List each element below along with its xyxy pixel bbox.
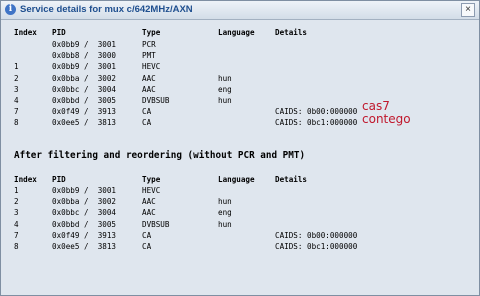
cell-index: 3 xyxy=(14,208,19,218)
col-details-header: Details xyxy=(275,28,308,37)
cell-pid: 0x0bba / 3002 xyxy=(52,197,117,207)
cell-index: 3 xyxy=(14,84,19,94)
cell-pid: 0x0ee5 / 3813 xyxy=(52,242,117,251)
cell-language: hun xyxy=(218,73,232,83)
table-row: 1 0x0bb9 / 3001 HEVC xyxy=(1,62,479,73)
cell-details: CAIDS: 0b00:000000 xyxy=(275,107,358,117)
filtered-section-title: After filtering and reordering (without … xyxy=(14,150,306,161)
cell-index: 1 xyxy=(14,62,19,72)
cell-index: 4 xyxy=(14,219,19,229)
col-language-header: Language xyxy=(218,175,255,184)
cell-pid: 0x0bb9 / 3001 xyxy=(52,186,117,195)
cell-pid: 0x0bbc / 3004 xyxy=(52,208,117,218)
cell-type: DVBSUB xyxy=(142,219,170,229)
cell-type: HEVC xyxy=(142,186,161,195)
cell-language: hun xyxy=(218,96,232,105)
cell-type: CA xyxy=(142,107,152,117)
cell-type: CA xyxy=(142,242,152,251)
close-button[interactable]: × xyxy=(461,3,475,17)
cell-index: 7 xyxy=(14,107,19,117)
cell-type: AAC xyxy=(142,73,156,83)
table-row: 4 0x0bbd / 3005 DVBSUB hun xyxy=(1,96,479,107)
cell-type: PMT xyxy=(142,51,156,61)
cell-pid: 0x0f49 / 3913 xyxy=(52,107,117,117)
cell-type: CA xyxy=(142,118,152,128)
cell-type: AAC xyxy=(142,208,156,218)
cell-type: AAC xyxy=(142,84,156,94)
service-details-content: Index PID Type Language Details 0x0bb9 /… xyxy=(1,20,479,295)
cas7-annotation: cas7 xyxy=(362,99,390,113)
cell-details: CAIDS: 0bc1:000000 xyxy=(275,118,358,128)
table-row: 0x0bb9 / 3001 PCR xyxy=(1,40,479,51)
cell-index: 8 xyxy=(14,242,19,251)
cell-pid: 0x0bb8 / 3000 xyxy=(52,51,117,61)
title-bar[interactable]: i Service details for mux c/642MHz/AXN × xyxy=(1,1,479,20)
cell-index: 7 xyxy=(14,230,19,240)
col-index-header: Index xyxy=(14,175,37,184)
col-index-header: Index xyxy=(14,28,37,37)
cell-index: 2 xyxy=(14,73,19,83)
table-row: 3 0x0bbc / 3004 AAC eng xyxy=(1,85,479,96)
col-type-header: Type xyxy=(142,28,161,37)
table-row: 1 0x0bb9 / 3001 HEVC xyxy=(1,186,479,197)
contego-annotation: contego xyxy=(362,112,411,126)
cell-pid: 0x0f49 / 3913 xyxy=(52,230,117,240)
col-details-header: Details xyxy=(275,175,308,184)
info-icon: i xyxy=(5,4,16,15)
cell-type: AAC xyxy=(142,197,156,207)
cell-type: DVBSUB xyxy=(142,96,170,105)
cell-pid: 0x0bba / 3002 xyxy=(52,73,117,83)
table-row: 0x0bb8 / 3000 PMT xyxy=(1,51,479,62)
cell-pid: 0x0bbd / 3005 xyxy=(52,96,117,105)
table-row: 7 0x0f49 / 3913 CA CAIDS: 0b00:000000 xyxy=(1,231,479,242)
table-row: 4 0x0bbd / 3005 DVBSUB hun xyxy=(1,220,479,231)
cell-pid: 0x0bbd / 3005 xyxy=(52,219,117,229)
cell-index: 8 xyxy=(14,118,19,128)
cell-index: 2 xyxy=(14,197,19,207)
cell-pid: 0x0bb9 / 3001 xyxy=(52,40,117,49)
service-details-window: i Service details for mux c/642MHz/AXN ×… xyxy=(0,0,480,296)
cell-pid: 0x0bb9 / 3001 xyxy=(52,62,117,72)
cell-pid: 0x0ee5 / 3813 xyxy=(52,118,117,128)
cell-details: CAIDS: 0bc1:000000 xyxy=(275,242,358,251)
table-row: 2 0x0bba / 3002 AAC hun xyxy=(1,197,479,208)
cell-index: 4 xyxy=(14,96,19,105)
table-row: 3 0x0bbc / 3004 AAC eng xyxy=(1,208,479,219)
table2-header: Index PID Type Language Details xyxy=(1,175,479,186)
cell-language: eng xyxy=(218,208,232,218)
col-language-header: Language xyxy=(218,28,255,37)
col-type-header: Type xyxy=(142,175,161,184)
cell-language: eng xyxy=(218,84,232,94)
cell-pid: 0x0bbc / 3004 xyxy=(52,84,117,94)
cell-type: PCR xyxy=(142,40,156,49)
cell-type: HEVC xyxy=(142,62,161,72)
table1-header: Index PID Type Language Details xyxy=(1,28,479,39)
cell-language: hun xyxy=(218,197,232,207)
cell-language: hun xyxy=(218,219,232,229)
col-pid-header: PID xyxy=(52,175,66,184)
table-row: 2 0x0bba / 3002 AAC hun xyxy=(1,74,479,85)
cell-details: CAIDS: 0b00:000000 xyxy=(275,230,358,240)
col-pid-header: PID xyxy=(52,28,66,37)
cell-type: CA xyxy=(142,230,152,240)
window-title: Service details for mux c/642MHz/AXN xyxy=(20,4,193,15)
cell-index: 1 xyxy=(14,186,19,195)
table-row: 8 0x0ee5 / 3813 CA CAIDS: 0bc1:000000 xyxy=(1,242,479,253)
